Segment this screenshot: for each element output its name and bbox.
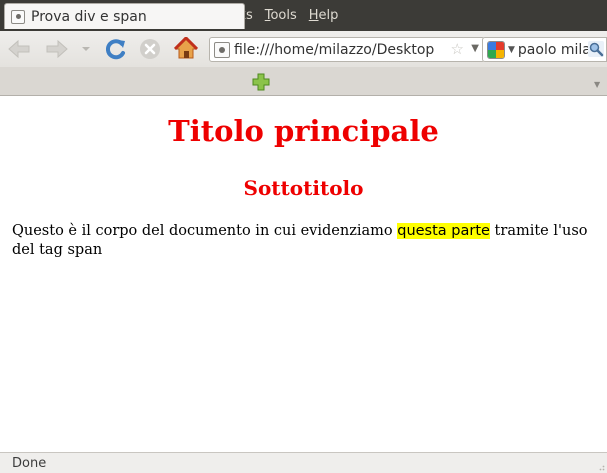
home-icon: [174, 37, 198, 59]
search-icon[interactable]: [588, 41, 604, 57]
bookmark-star-icon[interactable]: ☆: [451, 40, 464, 58]
google-icon[interactable]: [487, 40, 505, 59]
body-paragraph: Questo è il corpo del documento in cui e…: [12, 222, 597, 260]
forward-button[interactable]: [44, 38, 70, 60]
tab-strip: [0, 67, 607, 96]
back-arrow-icon: [8, 39, 30, 59]
history-dropdown-button[interactable]: [80, 42, 92, 56]
resize-grip-icon[interactable]: [597, 463, 605, 471]
search-engine-dropdown-icon[interactable]: ▼: [508, 45, 515, 55]
tab-label: Prova div e span: [31, 8, 147, 25]
reload-icon: [105, 39, 125, 60]
search-bar[interactable]: ▼ paolo mila: [482, 37, 607, 62]
stop-icon: [140, 39, 160, 59]
stop-button[interactable]: [138, 37, 162, 61]
status-bar: Done: [0, 452, 607, 473]
body-text-before: Questo è il corpo del documento in cui e…: [12, 223, 398, 239]
menu-tools[interactable]: Tools: [261, 0, 301, 31]
search-text: paolo mila: [517, 41, 591, 58]
reload-button[interactable]: [104, 37, 128, 61]
back-button[interactable]: [6, 38, 32, 60]
page-favicon-icon: [11, 9, 25, 24]
new-tab-plus-icon[interactable]: [252, 73, 270, 91]
page-subtitle: Sottotitolo: [243, 176, 364, 200]
home-button[interactable]: [173, 36, 199, 62]
tab-prova-div-e-span[interactable]: Prova div e span: [4, 3, 245, 29]
site-identity-icon[interactable]: [214, 41, 230, 58]
url-bar[interactable]: file:///home/milazzo/Desktop ☆ ▼: [209, 37, 485, 62]
status-text: Done: [12, 455, 47, 471]
page-content: Titolo principale Sottotitolo Questo è i…: [0, 96, 607, 452]
menu-help[interactable]: Help: [305, 0, 343, 31]
url-text: file:///home/milazzo/Desktop: [234, 41, 435, 58]
forward-arrow-icon: [46, 39, 68, 59]
chevron-down-icon: [82, 47, 90, 51]
page-title: Titolo principale: [168, 114, 439, 148]
highlighted-span: questa parte: [397, 223, 490, 239]
url-dropdown-icon[interactable]: ▼: [471, 43, 479, 54]
list-all-tabs-icon[interactable]: ▼: [594, 80, 600, 89]
